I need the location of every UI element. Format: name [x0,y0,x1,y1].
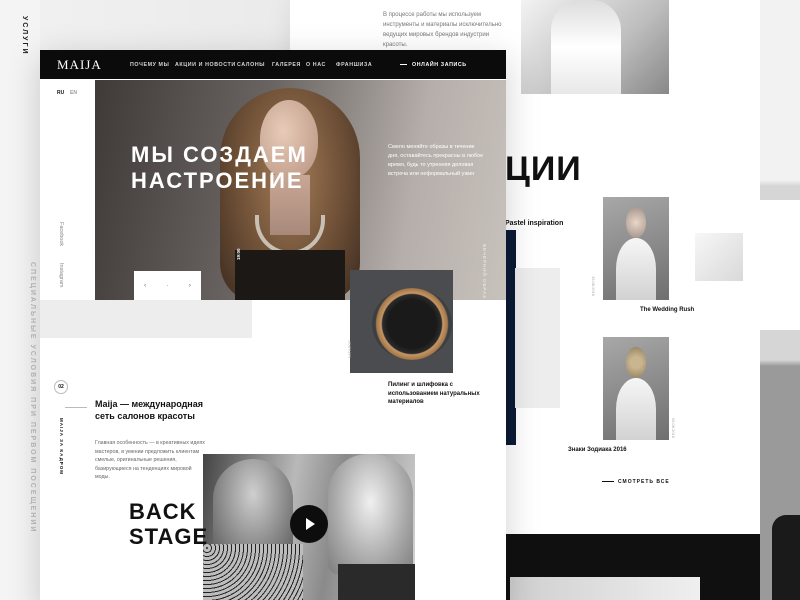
slider-dot[interactable]: · [166,283,168,289]
offer-vertical-label: СПЕЦИАЛЬНЫЕ УСЛОВИЯ ПРИ ПЕРВОМ ПОСЕЩЕНИИ [29,262,36,534]
slider-controls: ‹ · › [134,271,201,300]
gray-band [40,300,252,338]
nav-item-salons[interactable]: САЛОНЫ [237,62,265,68]
next-arrow-icon[interactable]: › [189,283,191,289]
section-heading: ЦИИ [505,150,582,188]
product-caption[interactable]: Пилинг и шлифовка с использованием натур… [388,381,503,407]
see-all-link[interactable]: СМОТРЕТЬ ВСЕ [602,479,670,485]
section-vertical-label: MAIJA ЗА КАДРОМ [59,418,64,475]
facebook-link[interactable]: Facebook [58,222,64,246]
wedding-card-title[interactable]: The Wedding Rush [640,307,694,313]
prev-arrow-icon[interactable]: ‹ [144,283,146,289]
card-date: 05.08.2016 [671,418,676,439]
front-page-mockup: MAIJA ПОЧЕМУ МЫ АКЦИИ И НОВОСТИ САЛОНЫ Г… [40,50,506,600]
gray-block [515,268,560,408]
top-navbar: MAIJA ПОЧЕМУ МЫ АКЦИИ И НОВОСТИ САЛОНЫ Г… [40,50,506,79]
footer-photo [510,577,700,600]
backstage-title: BACK STAGE [129,499,208,549]
nav-item-news[interactable]: АКЦИИ И НОВОСТИ [175,62,236,68]
hero-vertical-label: ВЕЧЕРНИЙ ОБРАЗ [482,244,487,299]
zodiac-card-title[interactable]: Знаки Зодиака 2016 [568,447,627,453]
backstage-line-1: BACK [129,499,197,524]
wedding-card-image[interactable] [603,197,669,300]
nav-item-why-us[interactable]: ПОЧЕМУ МЫ [130,62,169,68]
zodiac-card-image[interactable] [603,337,669,440]
backstage-video[interactable] [203,454,415,600]
right-edge-figure [772,515,800,600]
online-booking-link[interactable]: ОНЛАЙН ЗАПИСЬ [400,62,467,68]
instagram-link[interactable]: Instagram [58,263,64,287]
charcoal-bowl-photo[interactable] [350,270,453,373]
card-date: 15.08.2016 [591,276,596,297]
hero-title: МЫ СОЗДАЕМ НАСТРОЕНИЕ [131,142,308,193]
right-edge-panel [760,200,800,330]
wedding-thumb[interactable] [695,233,743,281]
about-text: Главная особенность — в креативных идеях… [95,440,205,480]
section-number: 02 [54,380,68,394]
nav-item-gallery[interactable]: ГАЛЕРЕЯ [272,62,301,68]
nav-item-franchise[interactable]: ФРАНШИЗА [336,62,372,68]
brand-logo[interactable]: MAIJA [57,57,102,73]
backstage-line-2: STAGE [129,524,209,549]
play-icon[interactable] [290,505,328,543]
stylist-photo [521,0,669,94]
lang-ru[interactable]: RU [57,90,64,96]
stage: В процессе работы мы используем инструме… [0,0,800,600]
nav-item-about[interactable]: О НАС [306,62,326,68]
pastel-label[interactable]: Pastel inspiration [505,220,563,227]
hero-description: Смело меняйте образы в течение дня, оста… [388,144,484,177]
services-vertical-label[interactable]: УСЛУГИ [21,16,28,56]
lang-en[interactable]: EN [70,90,77,96]
about-title: Maija — международная сеть салонов красо… [65,398,215,422]
product-vertical-label: КАТАЛОГ [347,340,352,358]
hero-time: 19:00 [236,248,241,260]
intro-text: В процессе работы мы используем инструме… [383,12,502,48]
